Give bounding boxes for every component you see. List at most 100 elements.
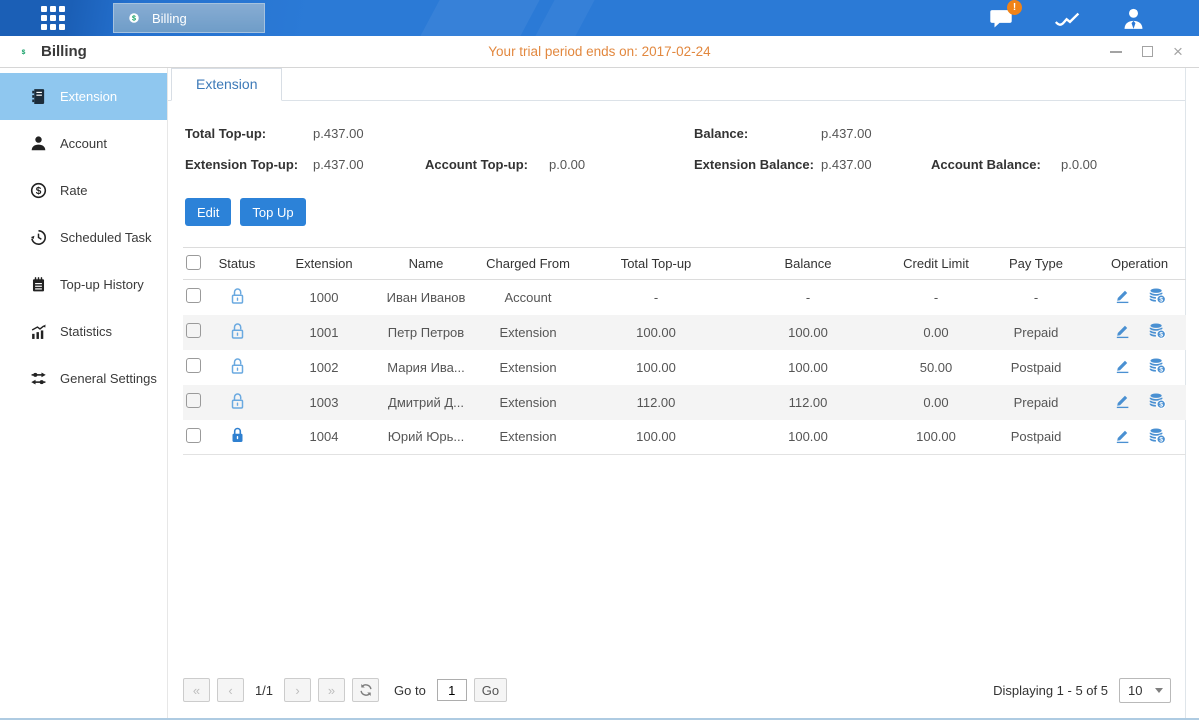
billing-taskbar-tab-label: Billing bbox=[152, 11, 187, 26]
sidebar: Extension Account Rate Scheduled Task To… bbox=[0, 68, 168, 718]
edit-pencil-icon[interactable] bbox=[1114, 322, 1131, 339]
billing-diamond-icon bbox=[14, 42, 33, 61]
sidebar-item-label: Statistics bbox=[60, 324, 112, 339]
minimize-button[interactable] bbox=[1109, 45, 1123, 59]
main-menu-button[interactable] bbox=[0, 0, 105, 36]
row-checkbox[interactable] bbox=[186, 358, 201, 373]
sidebar-item-label: Extension bbox=[60, 89, 117, 104]
goto-page-input[interactable] bbox=[437, 679, 467, 701]
col-extension: Extension bbox=[263, 248, 385, 280]
top-up-coins-icon[interactable] bbox=[1149, 427, 1166, 444]
app-title: Billing bbox=[41, 43, 87, 60]
cell-status bbox=[211, 350, 263, 385]
ledger-icon bbox=[30, 276, 47, 293]
user-menu-button[interactable] bbox=[1119, 5, 1147, 31]
billing-window: Billing ! Billing Your trial period ends… bbox=[0, 0, 1199, 720]
top-up-coins-icon[interactable] bbox=[1149, 392, 1166, 409]
topbar-right-icons: ! bbox=[987, 5, 1199, 31]
col-name: Name bbox=[385, 248, 467, 280]
tab-bar: Extension bbox=[168, 68, 1185, 101]
top-up-button[interactable]: Top Up bbox=[240, 198, 305, 226]
goto-label: Go to bbox=[394, 683, 426, 698]
row-checkbox[interactable] bbox=[186, 393, 201, 408]
refresh-button[interactable] bbox=[352, 678, 379, 702]
resource-monitor-icon bbox=[1054, 8, 1081, 28]
lock-status-icon bbox=[229, 426, 246, 444]
cell-pay-type: Prepaid bbox=[979, 315, 1093, 350]
table-row: 1000 Иван Иванов Account - - - - bbox=[183, 280, 1186, 315]
select-all-checkbox[interactable] bbox=[186, 255, 201, 270]
sidebar-item-rate[interactable]: Rate bbox=[0, 167, 167, 214]
user-icon bbox=[1121, 7, 1146, 30]
extension-balance-value: p.437.00 bbox=[821, 157, 931, 172]
close-button[interactable]: × bbox=[1171, 45, 1185, 59]
sidebar-item-extension[interactable]: Extension bbox=[0, 73, 167, 120]
account-balance-value: p.0.00 bbox=[1061, 157, 1185, 172]
go-button[interactable]: Go bbox=[474, 678, 507, 702]
app-titlebar: Billing Your trial period ends on: 2017-… bbox=[0, 36, 1199, 68]
close-icon: × bbox=[1173, 45, 1183, 59]
sidebar-item-label: Account bbox=[60, 136, 107, 151]
cell-balance: 100.00 bbox=[723, 420, 893, 455]
billing-taskbar-tab[interactable]: Billing bbox=[113, 3, 265, 33]
top-up-coins-icon[interactable] bbox=[1149, 287, 1166, 304]
row-checkbox[interactable] bbox=[186, 428, 201, 443]
cell-balance: 100.00 bbox=[723, 350, 893, 385]
last-page-button[interactable]: » bbox=[318, 678, 345, 702]
edit-pencil-icon[interactable] bbox=[1114, 287, 1131, 304]
cell-pay-type: - bbox=[979, 280, 1093, 315]
next-page-button[interactable]: › bbox=[284, 678, 311, 702]
minimize-icon bbox=[1110, 51, 1122, 53]
page-size-select[interactable]: 10 bbox=[1119, 678, 1171, 703]
cell-extension: 1001 bbox=[263, 315, 385, 350]
notifications-button[interactable]: ! bbox=[987, 5, 1015, 31]
col-credit-limit: Credit Limit bbox=[893, 248, 979, 280]
cell-balance: 112.00 bbox=[723, 385, 893, 420]
cell-pay-type: Prepaid bbox=[979, 385, 1093, 420]
row-checkbox[interactable] bbox=[186, 323, 201, 338]
sidebar-item-label: Top-up History bbox=[60, 277, 144, 292]
prev-page-button[interactable]: ‹ bbox=[217, 678, 244, 702]
col-balance: Balance bbox=[723, 248, 893, 280]
sidebar-item-statistics[interactable]: Statistics bbox=[0, 308, 167, 355]
window-controls: × bbox=[1109, 45, 1185, 59]
balance-value: p.437.00 bbox=[821, 126, 931, 141]
top-up-coins-icon[interactable] bbox=[1149, 357, 1166, 374]
cell-total-topup: - bbox=[589, 280, 723, 315]
lock-status-icon bbox=[229, 322, 246, 340]
cell-name: Иван Иванов bbox=[385, 280, 467, 315]
sidebar-item-topup-history[interactable]: Top-up History bbox=[0, 261, 167, 308]
sidebar-item-general-settings[interactable]: General Settings bbox=[0, 355, 167, 402]
cell-charged-from: Extension bbox=[467, 420, 589, 455]
col-charged-from: Charged From bbox=[467, 248, 589, 280]
person-icon bbox=[30, 135, 47, 152]
app-title-group: Billing bbox=[14, 42, 87, 61]
cell-pay-type: Postpaid bbox=[979, 420, 1093, 455]
extension-topup-label: Extension Top-up: bbox=[185, 157, 313, 172]
first-page-button[interactable]: « bbox=[183, 678, 210, 702]
cell-operation bbox=[1093, 280, 1186, 315]
sidebar-item-scheduled-task[interactable]: Scheduled Task bbox=[0, 214, 167, 261]
sidebar-item-account[interactable]: Account bbox=[0, 120, 167, 167]
col-status: Status bbox=[211, 248, 263, 280]
maximize-button[interactable] bbox=[1140, 45, 1154, 59]
edit-pencil-icon[interactable] bbox=[1114, 427, 1131, 444]
cell-balance: 100.00 bbox=[723, 315, 893, 350]
stats-icon bbox=[30, 323, 47, 340]
cell-total-topup: 100.00 bbox=[589, 420, 723, 455]
edit-pencil-icon[interactable] bbox=[1114, 357, 1131, 374]
maximize-icon bbox=[1142, 46, 1153, 57]
edit-button[interactable]: Edit bbox=[185, 198, 231, 226]
account-topup-value: p.0.00 bbox=[549, 157, 694, 172]
cell-charged-from: Extension bbox=[467, 385, 589, 420]
tab-extension[interactable]: Extension bbox=[171, 68, 282, 101]
resource-monitor-button[interactable] bbox=[1053, 5, 1081, 31]
account-topup-label: Account Top-up: bbox=[425, 157, 549, 172]
cell-charged-from: Extension bbox=[467, 350, 589, 385]
row-checkbox[interactable] bbox=[186, 288, 201, 303]
balance-label: Balance: bbox=[694, 126, 821, 141]
top-up-coins-icon[interactable] bbox=[1149, 322, 1166, 339]
cell-operation bbox=[1093, 350, 1186, 385]
edit-pencil-icon[interactable] bbox=[1114, 392, 1131, 409]
rate-icon bbox=[30, 182, 47, 199]
